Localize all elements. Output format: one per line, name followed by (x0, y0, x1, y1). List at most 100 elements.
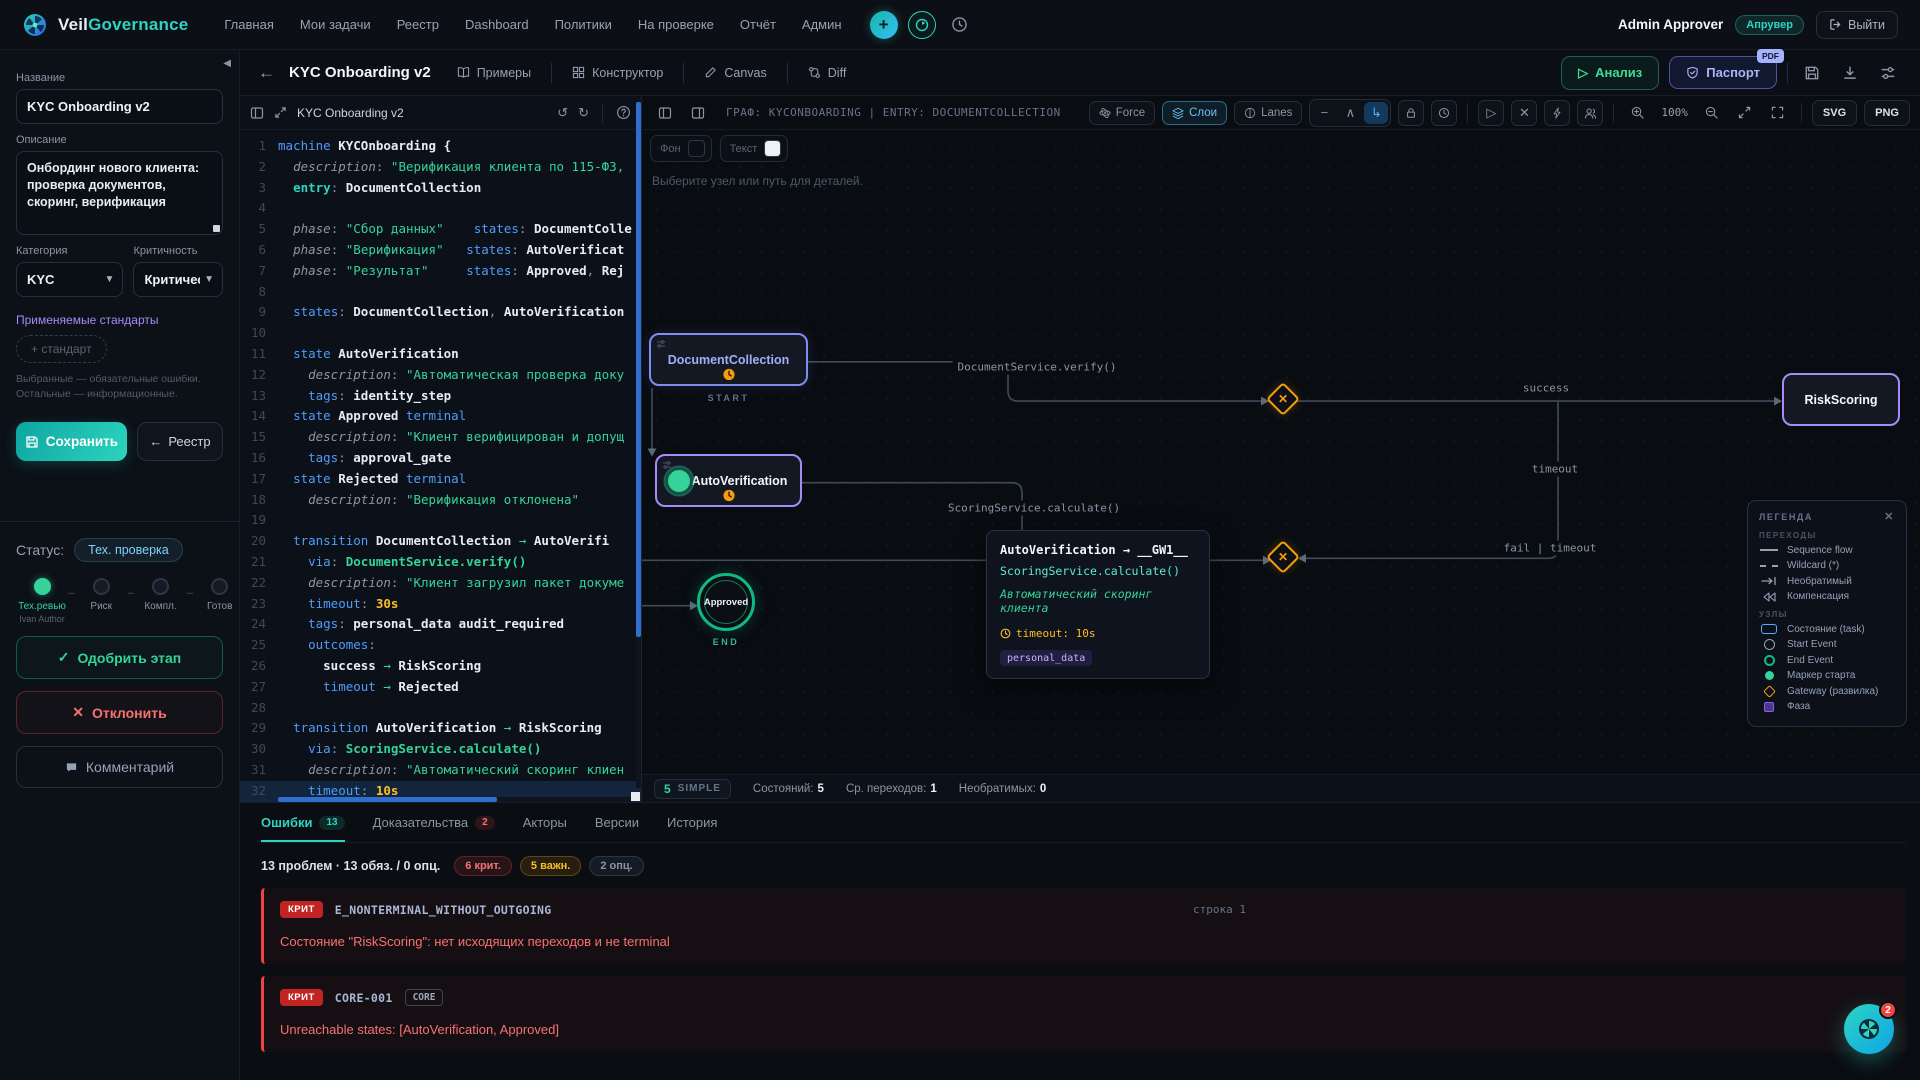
save-document-button[interactable] (1798, 59, 1826, 87)
analyze-button[interactable]: ▷Анализ (1561, 56, 1659, 90)
menu-item-3[interactable]: Canvas (692, 59, 778, 87)
tab-история[interactable]: История (667, 803, 717, 842)
menu-icon (808, 66, 821, 79)
clear-button[interactable]: ✕ (1511, 100, 1537, 126)
swirl-icon (915, 18, 929, 32)
fullscreen-button[interactable] (1765, 100, 1791, 126)
help-button[interactable] (616, 105, 631, 120)
zoom-out-button[interactable] (1699, 100, 1725, 126)
vertical-scrollbar[interactable] (636, 102, 641, 788)
passport-button[interactable]: Паспорт PDF (1669, 56, 1777, 89)
issue-card[interactable]: КРИТE_NONTERMINAL_WITHOUT_OUTGOINGстрока… (261, 888, 1906, 964)
create-button[interactable]: + (870, 11, 898, 39)
node-approved-end[interactable]: Approved (697, 573, 755, 631)
edge-curved-button[interactable]: ∧ (1338, 102, 1362, 124)
add-standard-button[interactable]: + стандарт (16, 335, 107, 363)
timers-button[interactable] (1431, 100, 1457, 126)
reject-button[interactable]: ✕Отклонить (16, 691, 223, 734)
nav-item[interactable]: Реестр (397, 17, 439, 32)
bg-swatch[interactable] (688, 140, 705, 157)
tab-акторы[interactable]: Акторы (523, 803, 567, 842)
menu-item-2[interactable]: Конструктор (560, 59, 675, 87)
sidebar-collapse-button[interactable]: ◀ (223, 58, 231, 69)
fit-view-button[interactable] (1732, 100, 1758, 126)
panel-toggle-icon[interactable] (250, 106, 264, 120)
approve-stage-button[interactable]: ✓Одобрить этап (16, 636, 223, 679)
code-line: 28 (240, 698, 641, 719)
issue-card[interactable]: КРИТCORE-001COREUnreachable states: [Aut… (261, 976, 1906, 1052)
graph-panel: ГРАФ: KYCONBOARDING | ENTRY: DOCUMENTCOL… (642, 96, 1920, 802)
close-icon[interactable]: ✕ (1884, 510, 1895, 523)
node-auto-verification[interactable]: AutoVerification (655, 454, 802, 507)
name-input[interactable]: KYC Onboarding v2 (16, 89, 223, 124)
brand[interactable]: VeilGovernance (22, 12, 188, 38)
horizontal-scrollbar[interactable] (278, 797, 631, 802)
expand-editor-icon[interactable] (274, 106, 287, 119)
bolt-button[interactable] (1544, 100, 1570, 126)
edge-label-fail-timeout[interactable]: fail | timeout (1499, 541, 1602, 556)
clock-icon (1438, 107, 1450, 119)
code-line: 10 (240, 323, 641, 344)
nav-item[interactable]: Политики (555, 17, 612, 32)
registry-button[interactable]: ←Реестр (137, 422, 223, 461)
actors-button[interactable] (1577, 100, 1603, 126)
assistant-button[interactable] (908, 11, 936, 39)
bg-color-chip[interactable]: Фон (650, 135, 712, 162)
assistant-fab[interactable]: 2 (1844, 1004, 1894, 1054)
users-icon (1584, 107, 1597, 119)
nav-item[interactable]: Отчёт (740, 17, 776, 32)
menu-item-4[interactable]: Diff (796, 59, 859, 87)
save-button[interactable]: Сохранить (16, 422, 127, 461)
description-textarea[interactable]: Онбординг нового клиента: проверка докум… (16, 151, 223, 235)
tab-доказательства[interactable]: Доказательства2 (373, 803, 495, 842)
simulate-button[interactable]: ▷ (1478, 100, 1504, 126)
resize-grip[interactable] (213, 225, 220, 232)
graph-canvas[interactable]: Фон Текст Выберите узел или путь для дет… (642, 130, 1920, 774)
layers-view-button[interactable]: Слои (1162, 101, 1227, 125)
issues-summary: 13 проблем · 13 обяз. / 0 опц. 6 крит.5 … (261, 856, 1920, 876)
logout-icon (1829, 18, 1842, 31)
text-color-chip[interactable]: Текст (720, 135, 789, 162)
tab-версии[interactable]: Версии (595, 803, 639, 842)
lock-button[interactable] (1398, 100, 1424, 126)
fab-badge: 2 (1879, 1001, 1897, 1019)
text-swatch[interactable] (764, 140, 781, 157)
nav-item[interactable]: Главная (224, 17, 273, 32)
undo-button[interactable]: ↺ (557, 105, 568, 121)
comment-button[interactable]: Комментарий (16, 746, 223, 788)
criticality-select[interactable]: Критичес▼ (133, 262, 223, 297)
download-button[interactable] (1836, 59, 1864, 87)
panel-right-icon[interactable] (685, 100, 711, 126)
edge-label-success[interactable]: success (1518, 381, 1574, 396)
node-document-collection[interactable]: DocumentCollection (649, 333, 808, 386)
export-png-button[interactable]: PNG (1864, 100, 1910, 126)
nav-item[interactable]: Dashboard (465, 17, 529, 32)
history-button[interactable] (946, 11, 974, 39)
editor-resize-grip[interactable] (631, 792, 640, 801)
nav-item[interactable]: Админ (802, 17, 842, 32)
force-layout-button[interactable]: Force (1089, 101, 1155, 125)
export-svg-button[interactable]: SVG (1812, 100, 1857, 126)
nav-item[interactable]: На проверке (638, 17, 714, 32)
step-dot-done (34, 578, 51, 595)
redo-button[interactable]: ↻ (578, 105, 589, 121)
edge-orthogonal-button[interactable]: ↳ (1364, 102, 1388, 124)
panel-left-icon[interactable] (652, 100, 678, 126)
edge-label-verify[interactable]: DocumentService.verify() (953, 360, 1122, 375)
back-button[interactable]: ← (258, 63, 275, 83)
lanes-view-button[interactable]: Lanes (1234, 101, 1302, 125)
category-select[interactable]: KYC▼ (16, 262, 123, 297)
settings-sliders-button[interactable] (1874, 59, 1902, 87)
edge-label-calculate[interactable]: ScoringService.calculate() (943, 501, 1125, 516)
zoom-in-button[interactable] (1624, 100, 1650, 126)
menu-item-1[interactable]: Примеры (445, 59, 543, 87)
logout-button[interactable]: Выйти (1816, 11, 1898, 39)
node-risk-scoring[interactable]: RiskScoring (1782, 373, 1900, 426)
tab-ошибки[interactable]: Ошибки13 (261, 803, 345, 842)
issue-location: строка 1 (1193, 903, 1246, 916)
code-area[interactable]: 1machine KYCOnboarding {2 description: "… (240, 130, 641, 802)
nav-item[interactable]: Мои задачи (300, 17, 371, 32)
approval-step: Компл. (134, 578, 186, 612)
edge-label-timeout[interactable]: timeout (1527, 462, 1583, 477)
edge-straight-button[interactable]: − (1312, 102, 1336, 124)
